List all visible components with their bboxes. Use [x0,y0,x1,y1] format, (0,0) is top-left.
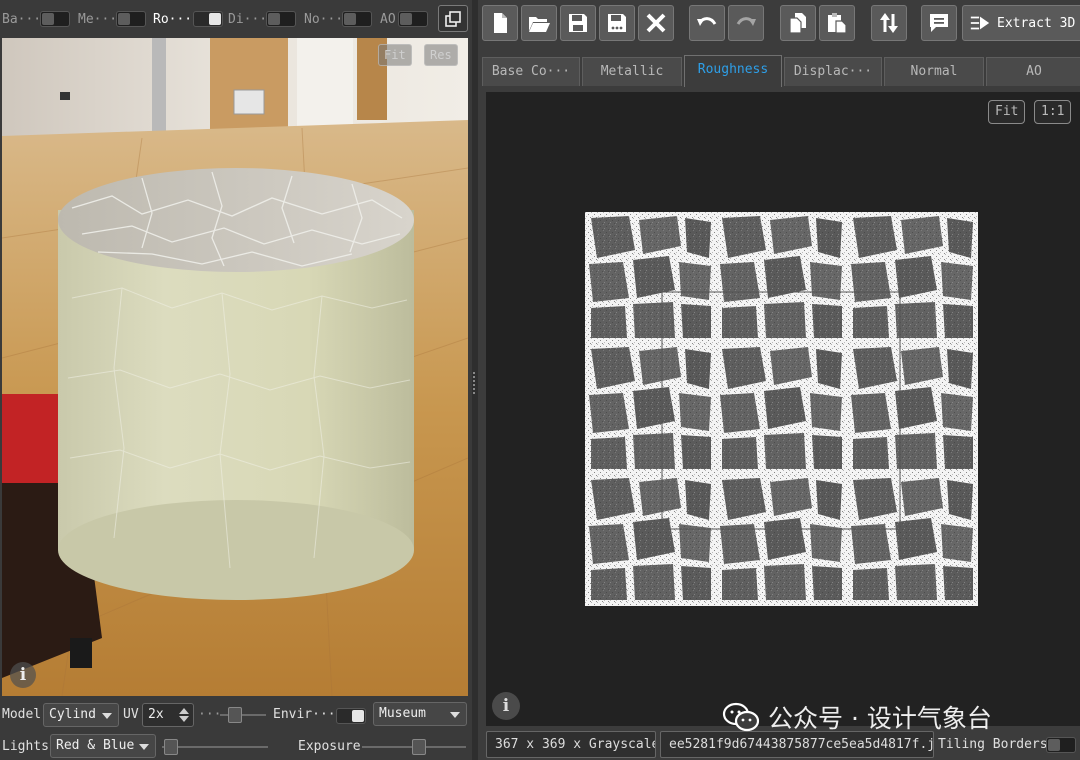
exposure-label: Exposure [298,739,361,754]
new-file-button[interactable] [482,5,518,41]
image-info-icon[interactable]: i [492,692,520,720]
toggle-displacement[interactable]: Di··· [228,9,267,29]
tiling-borders-label: Tiling Borders [938,737,1048,752]
toggle-ao[interactable]: AO [380,9,396,29]
lights-label: Lights [2,739,49,754]
copy-button[interactable] [780,5,816,41]
left-pane: Ba··· Me··· Ro··· Di··· No··· AO Fit Res… [0,0,472,760]
comment-button[interactable] [921,5,957,41]
new-file-icon [494,13,507,33]
paste-button[interactable] [819,5,855,41]
uv-spinbox[interactable]: 2x [142,703,194,727]
spin-arrows-icon[interactable] [178,706,190,724]
toggle-displacement-switch[interactable] [266,11,296,27]
watermark-text: 公众号 · 设计气象台 [768,704,992,733]
image-filename: ee5281f9d67443875877ce5ea5d4817f.jpeg [660,731,934,758]
toggle-base-color-switch[interactable] [40,11,70,27]
environment-label: Envir··· [273,707,336,722]
save-all-icon [608,14,626,32]
lights-select[interactable]: Red & Blue [50,734,156,758]
save-icon [569,14,587,32]
viewport-scene [2,38,468,696]
environment-select[interactable]: Museum [373,702,467,726]
open-folder-icon [529,17,550,32]
tiling-borders-toggle[interactable] [1046,737,1076,753]
toggle-roughness-switch[interactable] [193,11,223,27]
toggle-base-color-label: Ba··· [2,11,42,27]
toggle-roughness[interactable]: Ro··· [153,9,192,29]
image-view[interactable]: Fit 1:1 i [486,92,1080,726]
viewport-3d[interactable]: Fit Res i [2,38,468,696]
viewport-info-icon[interactable]: i [10,662,36,688]
left-controls: Model Cylind UV 2x ··· Envir··· Museum L… [0,698,472,760]
save-button[interactable] [560,5,596,41]
undo-button[interactable] [689,5,725,41]
chevron-down-icon [102,713,112,719]
image-fit-button[interactable]: Fit [988,100,1026,124]
open-folder-button[interactable] [521,5,557,41]
model-select[interactable]: Cylind [43,703,119,727]
toggle-normal-label: No··· [304,11,344,27]
extract-3d-button[interactable]: Extract 3D M [962,5,1080,41]
tab-metallic[interactable]: Metallic [582,57,682,86]
viewport-fit-button[interactable]: Fit [378,44,412,66]
wechat-icon [722,702,760,732]
redo-icon [736,17,756,26]
tab-normal[interactable]: Normal [884,57,984,86]
right-pane: Extract 3D M Base Co··· Metallic Roughne… [478,0,1080,760]
extract-3d-label: Extract 3D M [997,15,1080,31]
model-select-value: Cylind [49,707,96,722]
redo-button[interactable] [728,5,764,41]
image-dimensions: 367 x 369 x Grayscale [486,731,656,758]
toggle-metallic-switch[interactable] [116,11,146,27]
toggle-ao-switch[interactable] [398,11,428,27]
toggle-normal-switch[interactable] [342,11,372,27]
roughness-texture-image [585,212,978,606]
map-toggle-bar: Ba··· Me··· Ro··· Di··· No··· AO [0,0,472,36]
lights-slider[interactable] [162,739,268,755]
toggle-metallic[interactable]: Me··· [78,9,117,29]
copy-icon [789,13,806,34]
tab-displacement[interactable]: Displac··· [784,57,882,86]
tab-base-color[interactable]: Base Co··· [482,57,580,86]
exposure-slider[interactable] [362,739,466,755]
uv-spinbox-value: 2x [148,707,164,722]
map-tabs: Base Co··· Metallic Roughness Displac···… [480,55,1080,87]
splitter-grip-icon [473,372,477,394]
uv-label: UV [123,707,139,722]
environment-toggle[interactable] [336,708,366,724]
close-icon [646,13,666,33]
model-label: Model [2,707,42,722]
tab-roughness[interactable]: Roughness [684,55,782,87]
comment-icon [930,14,948,32]
swap-button[interactable] [871,5,907,41]
popout-button[interactable] [438,5,468,32]
undo-icon [697,17,717,26]
toggle-displacement-label: Di··· [228,11,268,27]
toggle-normal[interactable]: No··· [304,9,343,29]
watermark: 公众号 · 设计气象台 [722,700,992,734]
close-button[interactable] [638,5,674,41]
image-one-to-one-button[interactable]: 1:1 [1034,100,1072,124]
more-options-glyph[interactable]: ··· [198,707,221,722]
tab-ao[interactable]: AO [986,57,1080,86]
toggle-ao-label: AO [380,11,396,27]
toggle-roughness-label: Ro··· [153,11,193,27]
toggle-base-color[interactable]: Ba··· [2,9,41,29]
swap-icon [880,13,898,33]
chevron-down-icon [139,744,149,750]
environment-select-value: Museum [379,706,426,721]
chevron-down-icon [450,712,460,718]
paste-icon [828,13,847,34]
popout-icon [445,10,461,27]
save-all-button[interactable] [599,5,635,41]
lights-select-value: Red & Blue [56,738,135,753]
viewport-reset-button[interactable]: Res [424,44,458,66]
toggle-metallic-label: Me··· [78,11,118,27]
uv-slider[interactable] [220,707,266,723]
extract-icon [970,16,990,30]
